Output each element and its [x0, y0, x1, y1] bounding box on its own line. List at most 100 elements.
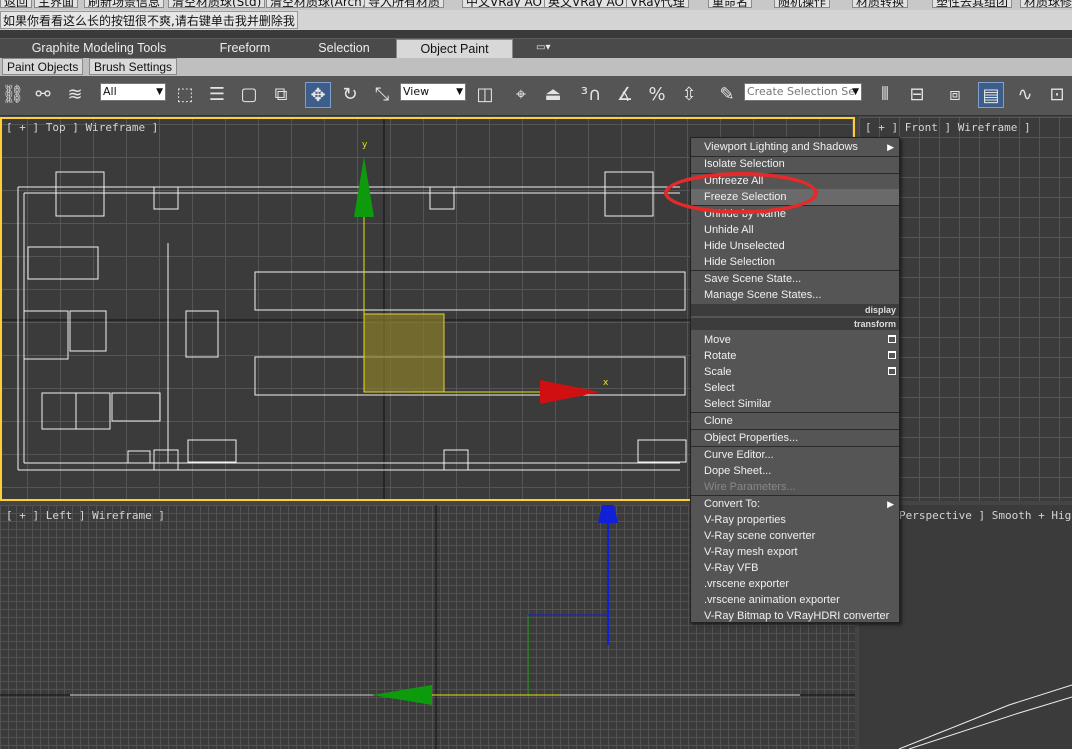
chevron-down-icon: ▼	[156, 87, 163, 97]
script-button[interactable]: 清空材质球(Arch)	[266, 0, 371, 8]
graphite-toggle-icon[interactable]: ▤	[978, 82, 1004, 108]
viewport-active-border	[0, 117, 855, 119]
menu-item-vray-mesh-export[interactable]: V-Ray mesh export	[691, 544, 899, 560]
edit-named-selection-icon[interactable]: ✎	[714, 82, 740, 108]
long-note-button[interactable]: 如果你看看这么长的按钮很不爽,请右键单击我并删除我	[0, 11, 298, 29]
ribbon-sub-tab-bar: Paint Objects Brush Settings	[0, 58, 1072, 76]
script-button[interactable]: 随机操作	[774, 0, 831, 8]
script-button[interactable]: 导入所有材质	[364, 0, 445, 8]
menu-item-wire-parameters[interactable]: Wire Parameters...	[691, 479, 899, 495]
align-icon[interactable]: ⊟	[904, 82, 930, 108]
script-button[interactable]: 清空材质球(Std)	[168, 0, 266, 8]
menu-item-hide-selection[interactable]: Hide Selection	[691, 254, 899, 270]
select-by-name-icon[interactable]: ☰	[204, 82, 230, 108]
snaps-toggle-icon[interactable]: ³∩	[578, 82, 604, 108]
main-toolbar: ⛓ ⚯ ≋ All ▼ ⬚ ☰ ▢ ⧉ ✥ ↻ ⤡ View ▼ ◫ ⌖ ⏏ ³∩ …	[0, 76, 1072, 116]
window-crossing-icon[interactable]: ⧉	[268, 82, 294, 108]
curve-editor-icon[interactable]: ∿	[1012, 82, 1038, 108]
viewport-label-front[interactable]: [ + ] Front ] Wireframe ]	[865, 121, 1031, 134]
rect-selection-region-icon[interactable]: ▢	[236, 82, 262, 108]
select-object-icon[interactable]: ⬚	[172, 82, 198, 108]
pivot-center-icon[interactable]: ◫	[472, 82, 498, 108]
script-button[interactable]: 主界面	[34, 0, 79, 8]
settings-box-icon[interactable]	[888, 351, 896, 359]
menu-item-vray-scene-converter[interactable]: V-Ray scene converter	[691, 528, 899, 544]
script-button[interactable]: 材质转换	[852, 0, 909, 8]
gizmo-x-label: x	[603, 378, 609, 388]
chevron-down-icon: ▼	[852, 87, 859, 97]
reference-coordinate-dropdown[interactable]: View ▼	[400, 83, 466, 101]
menu-item-dope-sheet[interactable]: Dope Sheet...	[691, 463, 899, 479]
reference-coordinate-value: View	[403, 85, 430, 98]
menu-item-save-scene-state[interactable]: Save Scene State...	[691, 271, 899, 287]
script-button[interactable]: 英文VRay AO	[544, 0, 628, 8]
menu-item-move[interactable]: Move	[691, 332, 899, 348]
submenu-arrow-icon: ▶	[887, 142, 894, 152]
menu-item-scale[interactable]: Scale	[691, 364, 899, 380]
settings-box-icon[interactable]	[888, 335, 896, 343]
menu-item-object-properties[interactable]: Object Properties...	[691, 430, 899, 446]
tab-graphite-modeling-tools[interactable]: Graphite Modeling Tools	[14, 39, 184, 58]
schematic-view-icon[interactable]: ⊡	[1044, 82, 1070, 108]
menu-item-select-similar[interactable]: Select Similar	[691, 396, 899, 412]
bind-space-warp-icon[interactable]: ≋	[62, 82, 88, 108]
menu-item-select[interactable]: Select	[691, 380, 899, 396]
percent-snap-icon[interactable]: %	[644, 82, 670, 108]
menu-item-vrscene-animation-exporter[interactable]: .vrscene animation exporter	[691, 592, 899, 608]
menu-item-label: Scale	[704, 366, 732, 378]
named-selection-set-field[interactable]: Create Selection Se ▼	[744, 83, 862, 101]
gizmo-y-label: y	[362, 140, 368, 150]
layer-manager-icon[interactable]: ⧈	[942, 82, 968, 108]
script-button[interactable]: 返回	[0, 0, 33, 8]
angle-snap-icon[interactable]: ∡	[612, 82, 638, 108]
selection-filter-value: All	[103, 85, 117, 98]
submenu-arrow-icon: ▶	[887, 499, 894, 509]
link-icon[interactable]: ⛓	[0, 82, 26, 108]
ribbon-tab-bar: Graphite Modeling Tools Freeform Selecti…	[0, 38, 1072, 58]
script-button[interactable]: 重命名	[708, 0, 753, 8]
menu-header-transform: transform	[691, 318, 899, 330]
custom-script-toolbar: 返回 主界面 刷新场景信息 清空材质球(Std) 清空材质球(Arch) 导入所…	[0, 0, 1072, 10]
tab-brush-settings[interactable]: Brush Settings	[89, 58, 178, 75]
menu-item-unhide-all[interactable]: Unhide All	[691, 222, 899, 238]
select-and-rotate-icon[interactable]: ↻	[337, 82, 363, 108]
tab-freeform[interactable]: Freeform	[200, 39, 290, 58]
tab-paint-objects[interactable]: Paint Objects	[2, 58, 84, 75]
menu-item-curve-editor[interactable]: Curve Editor...	[691, 447, 899, 463]
menu-item-label: Convert To:	[704, 498, 761, 510]
mirror-icon[interactable]: ⫴	[872, 82, 898, 108]
menu-item-vrscene-exporter[interactable]: .vrscene exporter	[691, 576, 899, 592]
spinner-snap-icon[interactable]: ⇳	[676, 82, 702, 108]
menu-item-isolate-selection[interactable]: Isolate Selection	[691, 156, 899, 172]
script-button[interactable]: 塑性去其组团	[932, 0, 1013, 8]
menu-item-viewport-lighting[interactable]: Viewport Lighting and Shadows ▶	[691, 139, 899, 155]
select-and-scale-icon[interactable]: ⤡	[369, 82, 395, 108]
menu-item-label: Viewport Lighting and Shadows	[704, 141, 858, 153]
ribbon-options-icon[interactable]: ▭▾	[536, 42, 560, 56]
menu-item-clone[interactable]: Clone	[691, 413, 899, 429]
keyboard-shortcut-override-icon[interactable]: ⏏	[540, 82, 566, 108]
toolbar-gap	[0, 30, 1072, 38]
menu-item-vray-bitmap-converter[interactable]: V-Ray Bitmap to VRayHDRI converter	[691, 608, 899, 624]
manipulate-icon[interactable]: ⌖	[508, 82, 534, 108]
script-toolbar-row: 如果你看看这么长的按钮很不爽,请右键单击我并删除我	[0, 10, 1072, 30]
annotation-ellipse	[664, 172, 818, 214]
menu-item-vray-vfb[interactable]: V-Ray VFB	[691, 560, 899, 576]
script-button[interactable]: 刷新场景信息	[84, 0, 165, 8]
script-button[interactable]: 材质球修	[1020, 0, 1072, 8]
settings-box-icon[interactable]	[888, 367, 896, 375]
chevron-down-icon: ▼	[456, 87, 463, 97]
script-button[interactable]: 中文VRay AO	[462, 0, 546, 8]
tab-object-paint[interactable]: Object Paint	[396, 39, 513, 58]
tab-selection[interactable]: Selection	[302, 39, 386, 58]
selection-filter-dropdown[interactable]: All ▼	[100, 83, 166, 101]
menu-item-vray-properties[interactable]: V-Ray properties	[691, 512, 899, 528]
menu-item-label: Move	[704, 334, 731, 346]
menu-item-manage-scene-states[interactable]: Manage Scene States...	[691, 287, 899, 303]
menu-item-rotate[interactable]: Rotate	[691, 348, 899, 364]
menu-item-hide-unselected[interactable]: Hide Unselected	[691, 238, 899, 254]
menu-item-convert-to[interactable]: Convert To: ▶	[691, 496, 899, 512]
script-button[interactable]: VRay代理	[626, 0, 689, 8]
select-and-move-icon[interactable]: ✥	[305, 82, 331, 108]
unlink-icon[interactable]: ⚯	[30, 82, 56, 108]
